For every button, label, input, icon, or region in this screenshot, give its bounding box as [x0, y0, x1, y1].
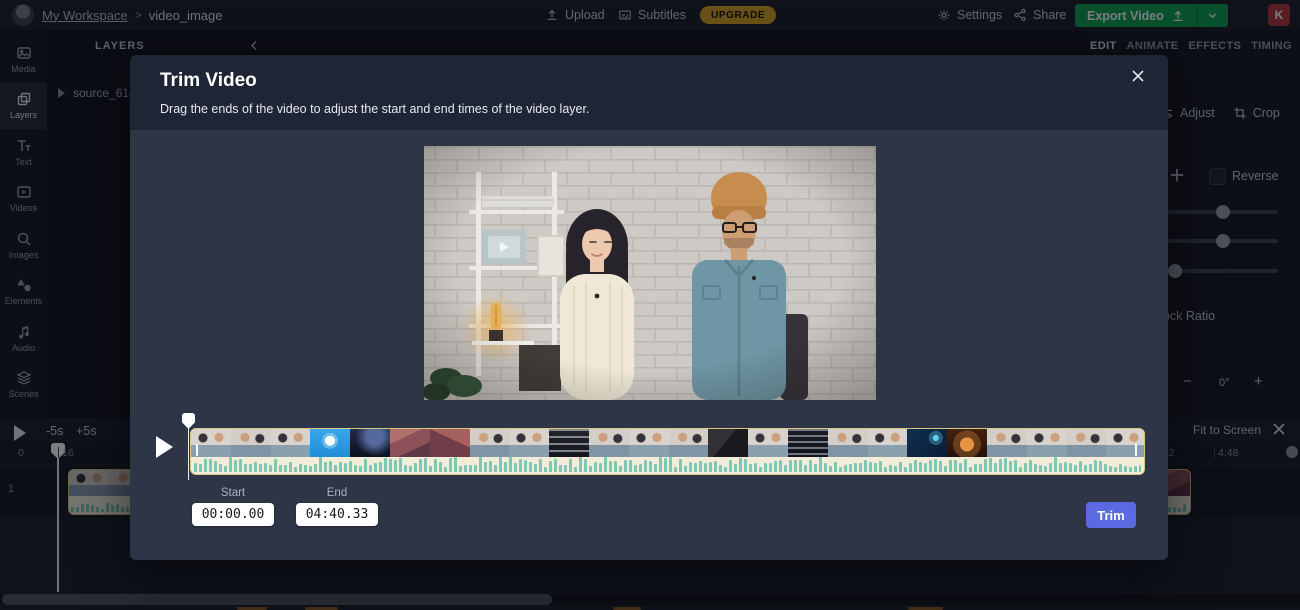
- video-thumbnail: [669, 429, 709, 457]
- video-thumbnail: [1027, 429, 1067, 457]
- video-thumbnail: [748, 429, 788, 457]
- video-thumbnail: [828, 429, 868, 457]
- video-thumbnail: [390, 429, 430, 457]
- video-thumbnail: [1106, 429, 1144, 457]
- trim-button[interactable]: Trim: [1086, 502, 1136, 528]
- video-preview: [424, 146, 876, 400]
- video-thumbnail: [708, 429, 748, 457]
- video-thumbnail: [310, 429, 350, 457]
- video-thumbnail: [271, 429, 311, 457]
- modal-body: Start End Trim: [130, 130, 1168, 560]
- start-time-input[interactable]: [192, 503, 274, 526]
- video-thumbnail: [589, 429, 629, 457]
- trim-end-handle[interactable]: [1135, 444, 1137, 456]
- video-thumbnail: [868, 429, 908, 457]
- video-thumbnail: [1067, 429, 1107, 457]
- video-thumbnail: [430, 429, 470, 457]
- modal-description: Drag the ends of the video to adjust the…: [160, 102, 589, 116]
- video-thumbnail: [549, 429, 589, 457]
- start-label: Start: [192, 487, 274, 499]
- end-label: End: [296, 487, 378, 499]
- end-time-input[interactable]: [296, 503, 378, 526]
- video-thumbnail: [629, 429, 669, 457]
- video-thumbnail: [231, 429, 271, 457]
- video-thumbnail: [509, 429, 549, 457]
- video-thumbnail: [788, 429, 828, 457]
- trim-video-modal: Trim Video Drag the ends of the video to…: [130, 55, 1168, 560]
- filmstrip-thumbnails: [191, 429, 1144, 457]
- modal-close-button[interactable]: [1130, 68, 1148, 86]
- video-preview-frame: [424, 146, 876, 400]
- trim-start-handle[interactable]: [196, 444, 198, 456]
- filmstrip-waveform: [194, 457, 1141, 472]
- modal-title: Trim Video: [160, 70, 257, 92]
- video-thumbnail: [987, 429, 1027, 457]
- preview-play-button[interactable]: [156, 436, 173, 458]
- app: My Workspace > video_image Upload Subtit…: [0, 0, 1300, 610]
- video-thumbnail: [947, 429, 987, 457]
- filmstrip[interactable]: [190, 428, 1145, 475]
- modal-header: Trim Video Drag the ends of the video to…: [130, 55, 1168, 130]
- trim-playhead[interactable]: [182, 413, 195, 429]
- close-icon: [1130, 68, 1148, 84]
- video-thumbnail: [470, 429, 510, 457]
- video-thumbnail: [350, 429, 390, 457]
- video-thumbnail: [907, 429, 947, 457]
